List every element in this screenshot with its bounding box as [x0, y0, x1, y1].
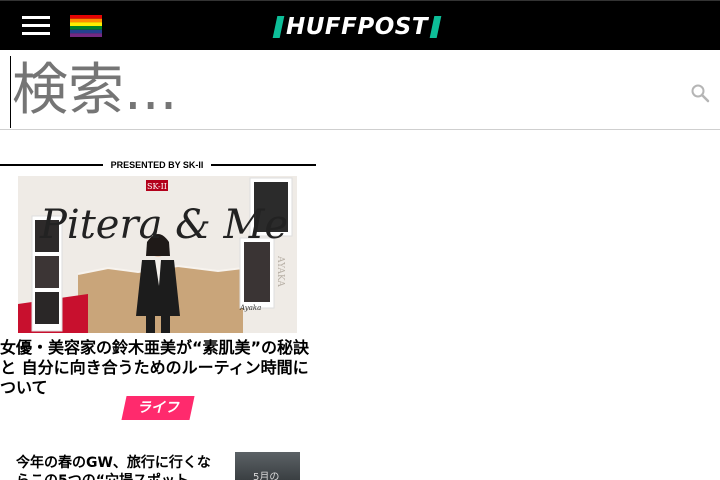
- sponsor-label-row: PRESENTED BY SK-II: [0, 158, 316, 172]
- top-navigation-bar: HUFFPOST: [0, 0, 720, 50]
- divider-line: [211, 164, 316, 166]
- promo-headline[interactable]: 女優・美容家の鈴木亜美が“素肌美”の秘訣と 自分に向き合うためのルーティン時間に…: [0, 338, 316, 398]
- promo-brand-text: SK-II: [147, 182, 167, 191]
- promo-image[interactable]: SK-II Pitera & Me AYAKA Ayaka: [18, 176, 297, 333]
- article-thumbnail-text: 5月の: [253, 472, 280, 480]
- sponsor-label: PRESENTED BY SK-II: [110, 160, 204, 170]
- huffpost-logo[interactable]: HUFFPOST: [272, 14, 442, 40]
- divider-line: [0, 164, 103, 166]
- search-input[interactable]: [12, 52, 672, 128]
- hamburger-menu-icon[interactable]: [22, 16, 50, 36]
- promo-script-text: Pitera & Me: [39, 202, 288, 248]
- text-cursor: [10, 56, 11, 128]
- article-headline[interactable]: 今年の春のGW、旅行に行くならこの5つの“穴場スポットへ”。“混雑回避”の新常識: [16, 454, 222, 480]
- section-tag[interactable]: ライフ: [121, 396, 195, 420]
- article-thumbnail[interactable]: 5月の: [235, 452, 300, 480]
- rainbow-flag-icon[interactable]: [70, 15, 102, 37]
- section-tag-label: ライフ: [137, 400, 179, 416]
- search-icon[interactable]: [690, 83, 710, 103]
- logo-text: HUFFPOST: [286, 14, 429, 40]
- promo-signature-text: Ayaka: [239, 304, 261, 312]
- promo-side-text: AYAKA: [275, 255, 285, 287]
- search-bar: [0, 50, 720, 130]
- promo-illustration: SK-II Pitera & Me AYAKA Ayaka: [18, 176, 297, 333]
